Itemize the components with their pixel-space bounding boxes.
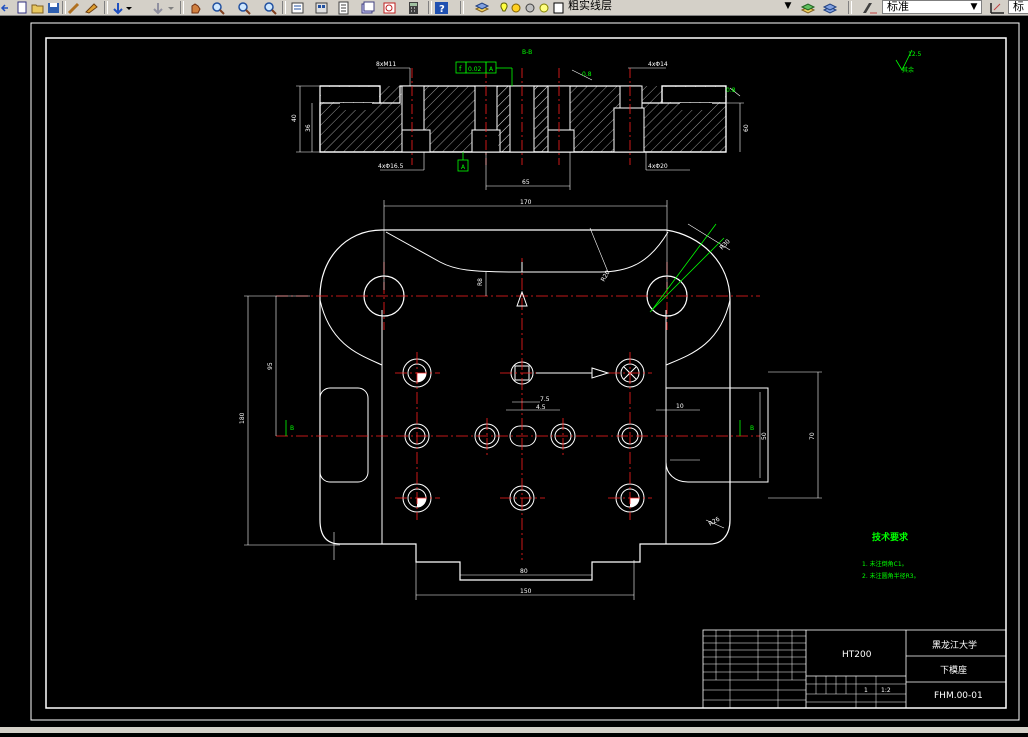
technical-requirements: 技术要求 1. 未注倒角C1。 2. 未注圆角半径R3。 xyxy=(862,531,920,580)
drawing-canvas[interactable]: 8xM11 4xΦ14 4xΦ16.5 4xΦ20 65 40 36 60 f … xyxy=(0,16,1028,733)
section-mark-left: B xyxy=(290,425,294,432)
drawing-number: FHM.00-01 xyxy=(934,691,983,701)
save-icon[interactable] xyxy=(46,0,62,14)
dimension-style-value: 标 xyxy=(1013,0,1024,13)
section-label: B-B xyxy=(522,49,532,56)
dim-10: 10 xyxy=(676,403,684,410)
layer-dropdown[interactable]: 粗实线层 ▼ xyxy=(566,0,796,14)
dim-4-5: 4.5 xyxy=(536,404,546,411)
redo-icon[interactable] xyxy=(150,0,166,15)
new-file-icon[interactable] xyxy=(14,0,30,14)
calculator-icon[interactable] xyxy=(406,0,422,14)
layer-lock-icon[interactable] xyxy=(524,0,536,14)
count: 1 xyxy=(864,687,868,694)
tool-palettes-icon[interactable] xyxy=(336,0,352,15)
svg-text:A: A xyxy=(461,164,466,171)
layer-thaw-icon[interactable] xyxy=(510,0,522,14)
dim-180: 180 xyxy=(239,412,246,424)
dim-r30: R30 xyxy=(718,238,731,251)
dim-95: 95 xyxy=(267,362,274,370)
roughness-2: 0.8 xyxy=(726,87,736,94)
pencil-icon[interactable] xyxy=(66,0,82,15)
layer-previous-icon[interactable] xyxy=(822,0,838,14)
toolbar: ? 粗实线层 ▼ 标准 ▼ 标 xyxy=(0,0,1028,16)
dim-70: 70 xyxy=(809,432,816,440)
roughness-symbol: 12.5 其余 xyxy=(895,49,922,74)
plan-view[interactable]: B B 170 180 95 150 80 70 10 50 R8 R20 R3… xyxy=(239,199,822,600)
zoom-window-icon[interactable] xyxy=(236,0,252,15)
redo-dropdown-icon[interactable] xyxy=(166,0,176,14)
help-icon[interactable]: ? xyxy=(434,0,450,15)
roughness-1: 0.8 xyxy=(582,71,592,78)
make-current-layer-icon[interactable] xyxy=(800,0,816,14)
properties-icon[interactable] xyxy=(290,0,306,14)
tech-item-1: 1. 未注倒角C1。 xyxy=(862,560,908,568)
dim-50: 50 xyxy=(761,432,768,440)
zoom-previous-icon[interactable] xyxy=(262,0,278,15)
dimension-style-dropdown[interactable]: 标 xyxy=(1008,0,1028,14)
dim-bottom-right: 4xΦ20 xyxy=(648,163,668,170)
dim-80: 80 xyxy=(520,568,528,575)
svg-text:?: ? xyxy=(439,4,445,15)
dim-left-36: 36 xyxy=(305,124,312,132)
match-properties-icon[interactable] xyxy=(84,0,100,14)
text-style-icon[interactable] xyxy=(860,0,880,14)
dim-170: 170 xyxy=(520,199,532,206)
dim-right-60: 60 xyxy=(743,124,750,132)
dim-bottom-left: 4xΦ16.5 xyxy=(378,163,404,170)
svg-text:A: A xyxy=(489,66,494,73)
open-folder-icon[interactable] xyxy=(30,0,46,14)
layer-color-icon[interactable] xyxy=(538,0,550,14)
tolerance-value: 0.02 xyxy=(468,66,482,73)
scale: 1:2 xyxy=(881,687,891,694)
sheet-set-icon[interactable] xyxy=(360,0,376,14)
tech-item-2: 2. 未注圆角半径R3。 xyxy=(862,572,920,580)
layer-on-icon[interactable] xyxy=(498,0,510,14)
undo-dropdown-icon[interactable] xyxy=(124,0,134,14)
chevron-down-icon[interactable]: ▼ xyxy=(782,0,794,12)
section-mark-right: B xyxy=(750,425,754,432)
part-name: 下模座 xyxy=(940,664,967,676)
layer-manager-icon[interactable] xyxy=(474,0,490,14)
design-center-icon[interactable] xyxy=(314,0,330,14)
text-style-dropdown[interactable]: 标准 ▼ xyxy=(882,0,982,14)
dimension-style-icon[interactable] xyxy=(988,0,1008,14)
dim-150: 150 xyxy=(520,588,532,595)
roughness-value: 12.5 xyxy=(908,51,922,58)
pan-icon[interactable] xyxy=(188,0,204,14)
section-view[interactable]: 8xM11 4xΦ14 4xΦ16.5 4xΦ20 65 40 36 60 f … xyxy=(291,49,750,190)
svg-text:f: f xyxy=(459,65,462,73)
dim-r8: R8 xyxy=(477,278,484,286)
status-bar xyxy=(0,727,1028,733)
material: HT200 xyxy=(842,650,872,660)
tech-title: 技术要求 xyxy=(872,531,909,543)
markup-icon[interactable] xyxy=(382,0,398,14)
dim-7-5: 7.5 xyxy=(540,396,550,403)
zoom-realtime-icon[interactable] xyxy=(210,0,226,15)
dim-top-right: 4xΦ14 xyxy=(648,61,668,68)
layer-swatch-icon[interactable] xyxy=(552,0,564,14)
dim-left-40: 40 xyxy=(291,114,298,122)
text-style-value: 标准 xyxy=(887,0,909,13)
school-name: 黑龙江大学 xyxy=(932,639,977,651)
layer-name: 粗实线层 xyxy=(568,0,612,12)
roughness-label: 其余 xyxy=(902,66,914,74)
dim-65: 65 xyxy=(522,179,530,186)
chevron-down-icon[interactable]: ▼ xyxy=(968,1,980,13)
dim-top-left: 8xM11 xyxy=(376,61,396,68)
